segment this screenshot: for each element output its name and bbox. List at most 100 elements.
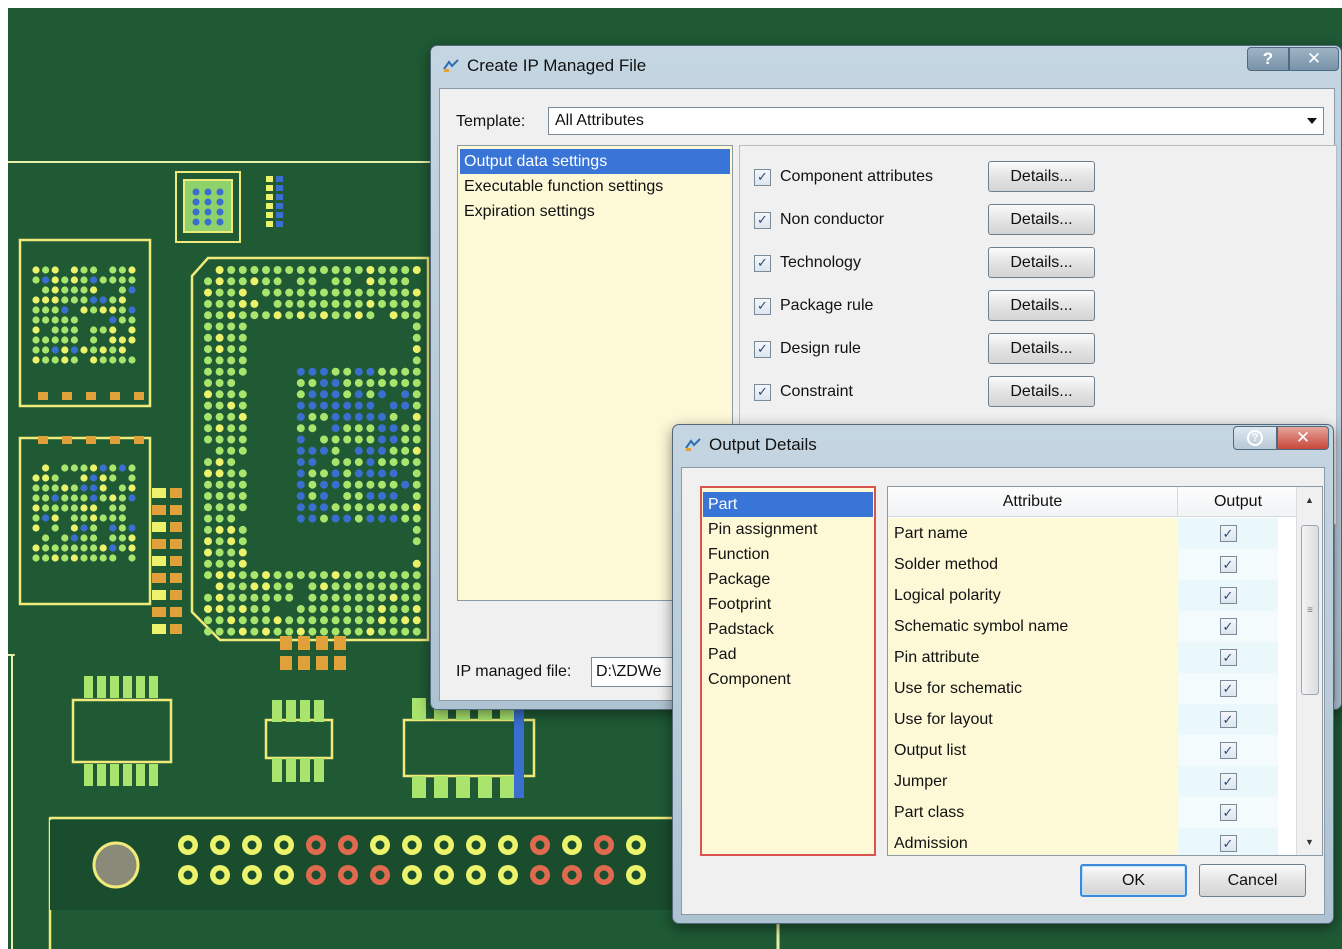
output-checkbox[interactable]: ✓: [1219, 649, 1237, 666]
option-checkbox[interactable]: ✓: [754, 211, 771, 229]
smd-pad: [110, 436, 120, 444]
bga-pad: [215, 356, 224, 365]
category-item[interactable]: Component: [702, 667, 874, 692]
bga-pad: [61, 504, 69, 512]
output-checkbox[interactable]: ✓: [1219, 835, 1237, 852]
bga-pad: [354, 367, 363, 376]
table-row[interactable]: Pin attribute ✓: [888, 642, 1298, 673]
bga-pad: [215, 480, 224, 489]
output-checkbox[interactable]: ✓: [1219, 618, 1237, 635]
table-row[interactable]: Use for schematic ✓: [888, 673, 1298, 704]
bga-pad: [204, 412, 212, 421]
create-dialog-titlebar[interactable]: Create IP Managed File ? ✕: [431, 46, 1341, 86]
column-header-output[interactable]: Output: [1178, 487, 1298, 516]
category-item[interactable]: Footprint: [702, 592, 874, 617]
bga-pad: [285, 288, 294, 297]
bga-pad: [250, 616, 259, 625]
bga-pad: [366, 605, 375, 613]
bga-pad: [51, 544, 59, 552]
category-item[interactable]: Padstack: [702, 617, 874, 642]
details-button[interactable]: Details...: [988, 161, 1095, 192]
option-checkbox[interactable]: ✓: [754, 254, 771, 272]
output-dialog-titlebar[interactable]: Output Details ? ✕: [673, 425, 1333, 465]
help-button[interactable]: ?: [1233, 426, 1277, 450]
bga-pad: [308, 390, 317, 399]
output-checkbox[interactable]: ✓: [1219, 711, 1237, 728]
template-select[interactable]: All Attributes: [548, 107, 1324, 135]
category-item[interactable]: Pin assignment: [702, 517, 874, 542]
scroll-up-icon[interactable]: ▲: [1297, 489, 1322, 511]
category-item[interactable]: Part: [703, 492, 873, 517]
details-button[interactable]: Details...: [988, 376, 1095, 407]
bga-pad: [204, 458, 212, 467]
bga-pad: [262, 605, 270, 613]
bga-pad: [32, 296, 40, 304]
cancel-button[interactable]: Cancel: [1199, 864, 1306, 897]
table-row[interactable]: Schematic symbol name ✓: [888, 611, 1298, 642]
output-checkbox[interactable]: ✓: [1219, 742, 1237, 759]
bga-pad: [99, 306, 107, 314]
table-row[interactable]: Jumper ✓: [888, 766, 1298, 797]
vertical-scrollbar[interactable]: ▲ ≡ ▼: [1296, 487, 1322, 855]
table-row[interactable]: Admission ✓: [888, 828, 1298, 855]
bga-pad: [118, 484, 126, 492]
settings-item[interactable]: Executable function settings: [458, 174, 732, 199]
table-row[interactable]: Output list ✓: [888, 735, 1298, 766]
option-checkbox[interactable]: ✓: [754, 383, 771, 401]
output-category-list[interactable]: Part Pin assignment Function Package Footpri…: [700, 486, 876, 856]
bga-pad: [32, 494, 40, 502]
bga-pad: [128, 534, 136, 542]
settings-item[interactable]: Output data settings: [460, 149, 730, 174]
bga-pad: [354, 571, 363, 580]
output-checkbox[interactable]: ✓: [1219, 587, 1237, 604]
details-button[interactable]: Details...: [988, 333, 1095, 364]
bga-pad: [285, 266, 294, 274]
bga-pad: [412, 571, 421, 580]
bga-pad: [128, 484, 136, 492]
help-button[interactable]: ?: [1247, 47, 1289, 71]
ic-pin: [478, 776, 492, 798]
bga-pad: [308, 480, 317, 489]
column-header-attribute[interactable]: Attribute: [888, 487, 1178, 516]
table-row[interactable]: Use for layout ✓: [888, 704, 1298, 735]
details-button[interactable]: Details...: [988, 204, 1095, 235]
output-checkbox[interactable]: ✓: [1219, 804, 1237, 821]
close-button[interactable]: ✕: [1289, 47, 1339, 71]
table-row[interactable]: Part class ✓: [888, 797, 1298, 828]
category-item[interactable]: Pad: [702, 642, 874, 667]
bga-pad: [215, 435, 224, 444]
output-checkbox[interactable]: ✓: [1219, 525, 1237, 542]
bga-pad: [51, 494, 59, 502]
bga-pad: [215, 412, 224, 421]
table-row[interactable]: Part name ✓: [888, 518, 1298, 549]
details-button[interactable]: Details...: [988, 247, 1095, 278]
chevron-down-icon[interactable]: [1307, 118, 1317, 124]
output-checkbox[interactable]: ✓: [1219, 556, 1237, 573]
option-checkbox[interactable]: ✓: [754, 297, 771, 315]
bga-pad: [366, 514, 375, 523]
table-row[interactable]: Logical polarity ✓: [888, 580, 1298, 611]
bga-pad: [61, 286, 69, 294]
bga-pad: [128, 266, 136, 274]
bga-pad: [204, 188, 212, 196]
category-item[interactable]: Function: [702, 542, 874, 567]
option-checkbox[interactable]: ✓: [754, 168, 771, 186]
scroll-thumb[interactable]: ≡: [1301, 525, 1319, 695]
bga-pad: [320, 435, 328, 444]
scroll-down-icon[interactable]: ▼: [1297, 831, 1322, 853]
smd-pad: [266, 212, 273, 218]
bga-pad: [366, 266, 375, 274]
output-checkbox[interactable]: ✓: [1219, 773, 1237, 790]
output-checkbox[interactable]: ✓: [1219, 680, 1237, 697]
table-row[interactable]: Solder method ✓: [888, 549, 1298, 580]
option-checkbox[interactable]: ✓: [754, 340, 771, 358]
details-button[interactable]: Details...: [988, 290, 1095, 321]
settings-item[interactable]: Expiration settings: [458, 199, 732, 224]
bga-pad: [296, 514, 305, 523]
close-button[interactable]: ✕: [1277, 426, 1329, 450]
bga-pad: [204, 333, 212, 342]
ok-button[interactable]: OK: [1080, 864, 1187, 897]
bga-pad: [296, 424, 305, 433]
category-item[interactable]: Package: [702, 567, 874, 592]
bga-pad: [70, 266, 78, 274]
